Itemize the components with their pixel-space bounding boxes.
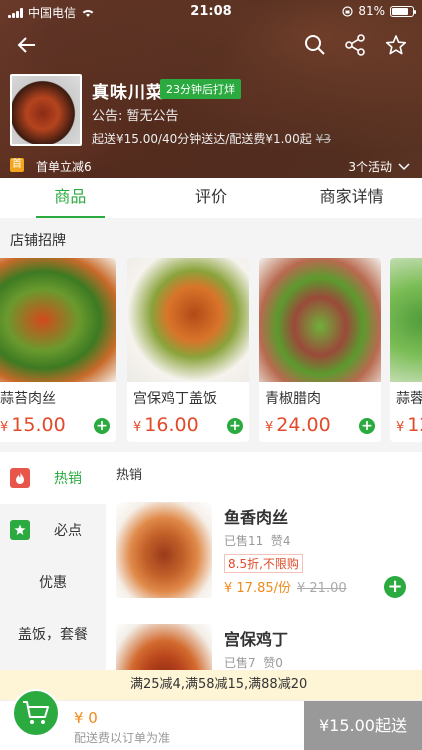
share-icon — [345, 34, 365, 56]
dish-photo — [390, 258, 422, 382]
dish-name: 蒜苔肉丝 — [0, 391, 56, 407]
shop-logo-image — [10, 74, 82, 146]
favorite-button[interactable] — [381, 30, 411, 60]
dish-photo — [0, 258, 116, 382]
back-button[interactable] — [12, 30, 42, 60]
dish-name: 宫保鸡丁盖饭 — [133, 391, 217, 407]
signature-section-title: 店铺招牌 — [10, 233, 66, 249]
add-to-cart-button[interactable]: + — [94, 418, 110, 434]
category-discount[interactable]: 优惠 — [0, 556, 106, 608]
dish-name: 宫保鸡丁 — [224, 630, 289, 649]
dish-photo — [127, 258, 249, 382]
menu-area: 热销 必点 优惠 盖饭，套餐 热销 鱼香肉丝 已售11 赞4 8.5折,不限购 … — [0, 452, 422, 720]
tab-reviews[interactable]: 评价 — [141, 178, 282, 218]
tab-bar: 商品 评价 商家详情 — [0, 178, 422, 218]
cart-bar: ¥ 0 配送费以订单为准 ¥15.00起送 — [0, 689, 422, 750]
menu-item[interactable]: 鱼香肉丝 已售11 赞4 8.5折,不限购 ¥ 17.85/份 ¥ 21.00 + — [116, 502, 416, 602]
category-hot[interactable]: 热销 — [0, 452, 106, 504]
category-label: 盖饭，套餐 — [18, 627, 88, 643]
tab-products[interactable]: 商品 — [0, 178, 141, 218]
add-to-cart-button[interactable]: + — [384, 576, 406, 598]
arrow-left-icon — [17, 37, 35, 53]
category-label: 热销 — [54, 471, 82, 487]
dish-stats: 已售11 赞4 — [224, 534, 291, 548]
dish-price: ¥24.00 — [265, 414, 331, 436]
activities-toggle[interactable]: 3个活动 — [348, 158, 410, 175]
rotation-lock-icon — [342, 5, 353, 17]
star-outline-icon — [385, 35, 407, 55]
fire-icon — [10, 468, 30, 488]
chevron-down-icon — [398, 162, 410, 170]
menu-section-title: 热销 — [116, 468, 143, 483]
shopping-cart-icon — [23, 701, 49, 724]
battery-percent: 81% — [358, 4, 385, 18]
dish-price: ¥16.00 — [133, 414, 199, 436]
shop-header: 中国电信 21:08 81% 真味川菜 23分钟后打烊 公告: 暂无公告 起送¥… — [0, 0, 422, 178]
category-label: 优惠 — [39, 575, 67, 591]
signature-card[interactable]: 蒜苔肉丝 ¥15.00 + — [0, 258, 116, 442]
cart-fee-note: 配送费以订单为准 — [74, 731, 171, 745]
closing-badge: 23分钟后打烊 — [160, 79, 241, 99]
dish-name: 蒜蓉 — [396, 391, 422, 407]
dish-price: ¥15.00 — [0, 414, 66, 436]
old-price: ¥ 21.00 — [297, 581, 347, 596]
delivery-text: 起送¥15.00/40分钟送达/配送费¥1.00起 — [92, 132, 312, 146]
search-icon — [305, 35, 325, 55]
dish-photo — [116, 502, 212, 598]
add-to-cart-button[interactable]: + — [359, 418, 375, 434]
dish-stats: 已售7 赞0 — [224, 656, 283, 670]
checkout-button[interactable]: ¥15.00起送 — [304, 701, 422, 750]
delivery-info: 起送¥15.00/40分钟送达/配送费¥1.00起 ¥3 — [92, 130, 331, 147]
signature-card[interactable]: 蒜蓉 ¥12 — [390, 258, 422, 442]
full-reduction-banner: 满25减4,满58减15,满88减20 — [0, 670, 422, 700]
battery-icon — [390, 5, 416, 17]
dish-price: ¥12 — [396, 414, 422, 436]
category-sidebar: 热销 必点 优惠 盖饭，套餐 — [0, 452, 106, 670]
shop-name: 真味川菜 — [92, 83, 164, 103]
dish-name: 鱼香肉丝 — [224, 508, 289, 527]
category-rice-combo[interactable]: 盖饭，套餐 — [0, 608, 106, 660]
promo-row[interactable]: 首 首单立减6 3个活动 — [0, 156, 422, 178]
dish-photo — [259, 258, 381, 382]
category-label: 必点 — [54, 523, 82, 539]
signature-card[interactable]: 青椒腊肉 ¥24.00 + — [259, 258, 381, 442]
add-to-cart-button[interactable]: + — [227, 418, 243, 434]
cart-button[interactable] — [12, 689, 60, 737]
cart-total: ¥ 0 — [74, 709, 98, 727]
share-button[interactable] — [340, 30, 370, 60]
signature-carousel[interactable]: 蒜苔肉丝 ¥15.00 + 宫保鸡丁盖饭 ¥16.00 + 青椒腊肉 ¥24.0… — [0, 258, 422, 442]
delivery-old-fee: ¥3 — [315, 132, 331, 146]
star-icon — [10, 520, 30, 540]
status-bar: 中国电信 21:08 81% — [0, 0, 422, 22]
tab-merchant-details[interactable]: 商家详情 — [281, 178, 422, 218]
activities-label: 3个活动 — [348, 160, 392, 174]
dish-name: 青椒腊肉 — [265, 391, 321, 407]
first-order-tag: 首 — [10, 158, 24, 172]
discount-badge: 8.5折,不限购 — [224, 554, 303, 573]
promo-text: 首单立减6 — [36, 160, 92, 174]
category-must-order[interactable]: 必点 — [0, 504, 106, 556]
shop-notice: 公告: 暂无公告 — [92, 109, 179, 124]
signature-card[interactable]: 宫保鸡丁盖饭 ¥16.00 + — [127, 258, 249, 442]
search-button[interactable] — [300, 30, 330, 60]
dish-price: ¥ 17.85/份 ¥ 21.00 — [224, 581, 347, 596]
